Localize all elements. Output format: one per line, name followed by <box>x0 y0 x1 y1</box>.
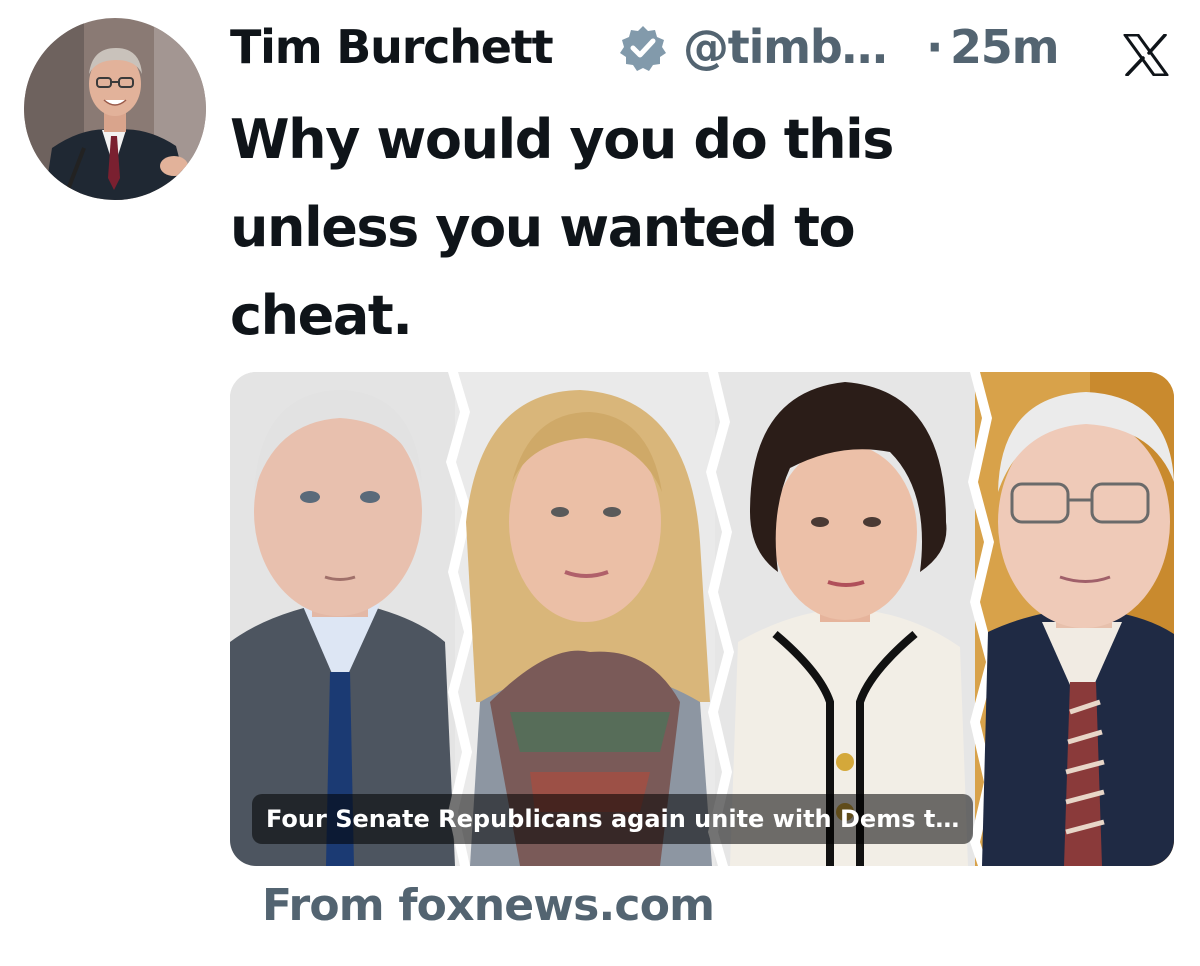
author-handle[interactable]: @timb… <box>683 20 888 74</box>
verified-badge-icon <box>620 26 666 71</box>
author-display-name[interactable]: Tim Burchett <box>230 20 554 74</box>
tweet-timestamp[interactable]: 25m <box>950 20 1060 74</box>
x-logo-icon <box>1123 34 1169 76</box>
link-source[interactable]: From foxnews.com <box>262 880 715 931</box>
senators-photo-collage <box>230 372 1174 866</box>
link-preview-card[interactable]: Four Senate Republicans again unite with… <box>230 372 1174 866</box>
link-card-caption[interactable]: Four Senate Republicans again unite with… <box>252 794 974 844</box>
avatar-photo <box>24 18 206 200</box>
author-avatar[interactable] <box>24 18 206 200</box>
header-separator: · <box>926 20 944 74</box>
tweet-text: Why would you do this unless you wanted … <box>230 108 894 347</box>
tweet-header: Tim Burchett @timb… · 25m <box>230 14 1190 84</box>
